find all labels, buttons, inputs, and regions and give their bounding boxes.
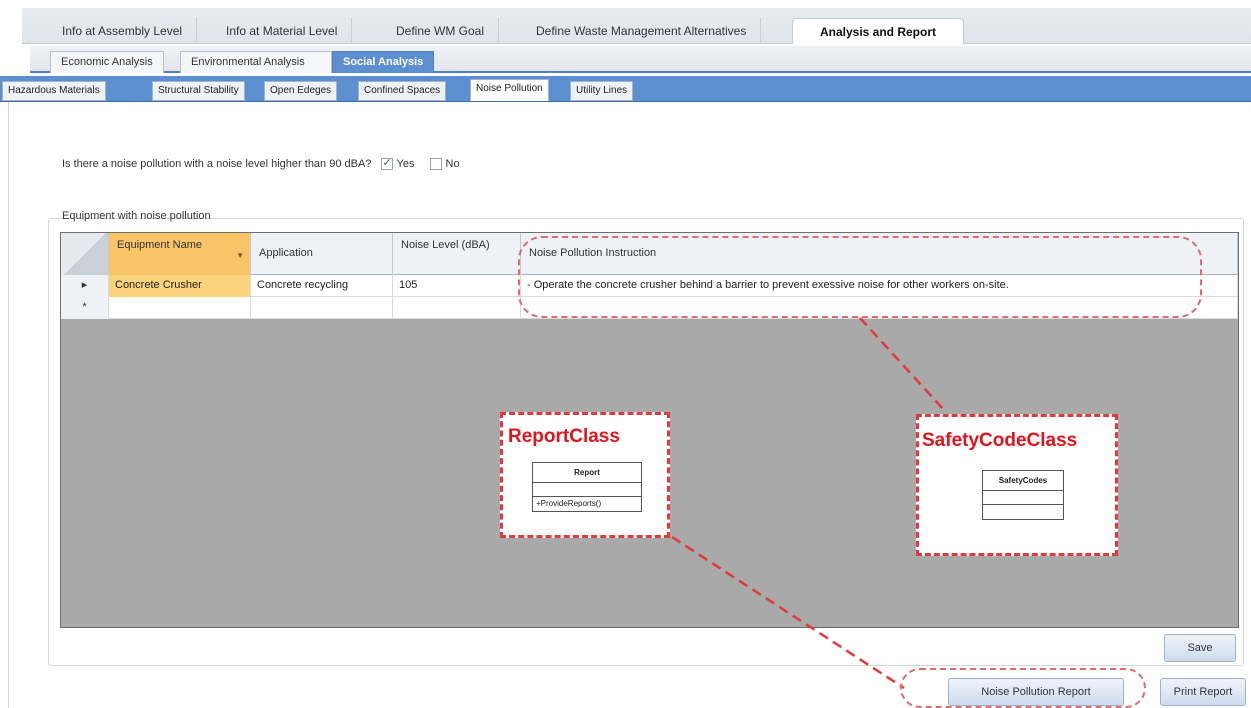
- col-header-equipment-name-label: Equipment Name: [117, 239, 202, 251]
- tab-structural-stability[interactable]: Structural Stability: [152, 81, 245, 101]
- no-label: No: [445, 158, 460, 170]
- report-uml-diagram: Report +ProvideReports(): [532, 462, 642, 512]
- tab-utility-lines[interactable]: Utility Lines: [570, 81, 634, 101]
- safety-uml-name: SafetyCodes: [983, 471, 1063, 491]
- col-header-equipment-name[interactable]: Equipment Name ▼: [109, 233, 251, 275]
- report-uml-attributes: [533, 483, 641, 497]
- tab-social-analysis[interactable]: Social Analysis: [332, 51, 435, 73]
- social-tab-strip: Hazardous Materials Structural Stability…: [0, 76, 1251, 102]
- noise-question: Is there a noise pollution with a noise …: [62, 156, 460, 171]
- col-header-application[interactable]: Application: [251, 233, 393, 275]
- tab-economic-analysis[interactable]: Economic Analysis: [50, 51, 164, 73]
- tab-open-edges[interactable]: Open Edeges: [264, 81, 338, 101]
- yes-checkbox[interactable]: [380, 156, 393, 171]
- no-checkbox[interactable]: [429, 158, 442, 171]
- yes-label: Yes: [396, 158, 415, 170]
- cell-equipment[interactable]: Concrete Crusher: [109, 275, 251, 297]
- tab-define-wm-goal[interactable]: Define WM Goal: [382, 18, 500, 44]
- top-tab-strip: Info at Assembly Level Info at Material …: [22, 8, 1251, 44]
- noise-pollution-report-button[interactable]: Noise Pollution Report: [948, 678, 1124, 706]
- cell-application[interactable]: [251, 297, 393, 319]
- report-uml-method: +ProvideReports(): [536, 499, 602, 508]
- instruction-highlight-ellipse: [518, 236, 1202, 318]
- tab-environmental-analysis[interactable]: Environmental Analysis: [180, 51, 332, 73]
- tab-confined-spaces[interactable]: Confined Spaces: [358, 81, 447, 101]
- row-marker[interactable]: ▸: [61, 275, 109, 297]
- cell-noise-level[interactable]: 105: [393, 275, 521, 297]
- tab-info-assembly-level[interactable]: Info at Assembly Level: [48, 18, 198, 44]
- grid-corner[interactable]: [61, 233, 109, 275]
- cell-noise-level[interactable]: [393, 297, 521, 319]
- save-button[interactable]: Save: [1164, 634, 1236, 662]
- tab-define-waste-alternatives[interactable]: Define Waste Management Alternatives: [522, 18, 762, 44]
- print-report-button[interactable]: Print Report: [1160, 678, 1246, 706]
- equipment-group-label: Equipment with noise pollution: [62, 210, 211, 222]
- cell-equipment[interactable]: [109, 297, 251, 319]
- tab-analysis-report[interactable]: Analysis and Report: [792, 18, 964, 44]
- cell-application[interactable]: Concrete recycling: [251, 275, 393, 297]
- analysis-tab-strip: Economic Analysis Environmental Analysis…: [30, 46, 1251, 73]
- report-uml-name: Report: [533, 463, 641, 483]
- tab-info-material-level[interactable]: Info at Material Level: [212, 18, 353, 44]
- tab-noise-pollution[interactable]: Noise Pollution: [470, 79, 549, 101]
- safety-uml-methods: [983, 505, 1063, 519]
- row-marker[interactable]: *: [61, 297, 109, 319]
- tab-hazardous-materials[interactable]: Hazardous Materials: [2, 81, 106, 101]
- safety-class-title: SafetyCodeClass: [922, 430, 1078, 451]
- safety-uml-attributes: [983, 491, 1063, 505]
- noise-question-text: Is there a noise pollution with a noise …: [62, 158, 372, 170]
- report-class-title: ReportClass: [508, 426, 620, 447]
- col-header-noise-level[interactable]: Noise Level (dBA): [393, 233, 521, 275]
- sort-arrow-icon: ▼: [236, 251, 244, 260]
- safety-uml-diagram: SafetyCodes: [982, 470, 1064, 520]
